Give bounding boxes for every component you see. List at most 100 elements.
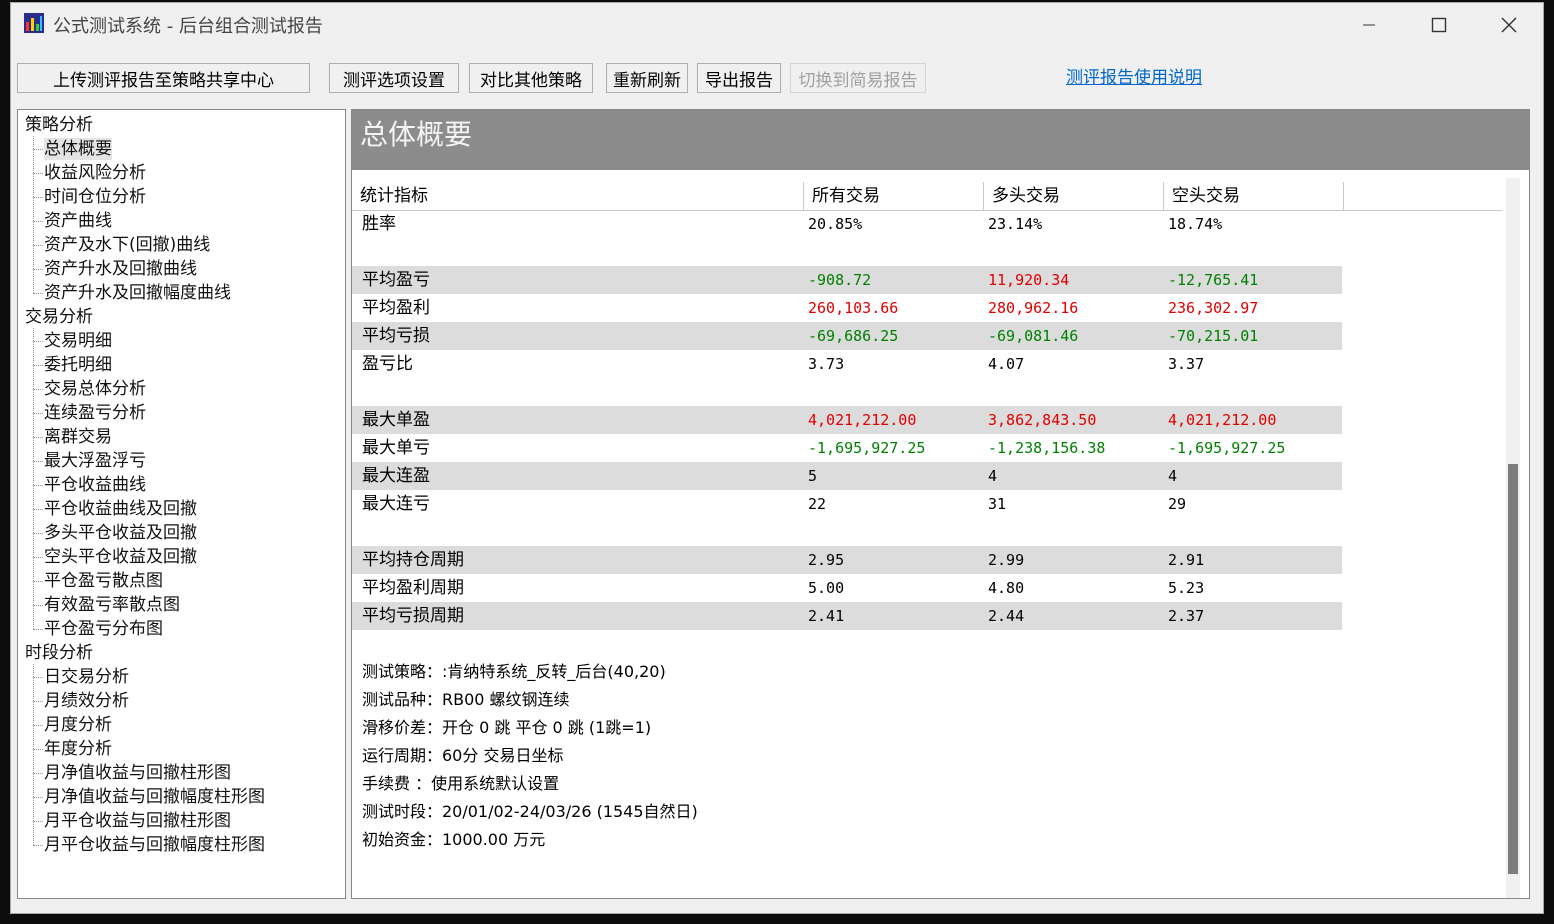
row-value: 23.14% (988, 215, 1043, 233)
tree-item[interactable]: 年度分析 (44, 738, 112, 760)
tree-item[interactable]: 最大浮盈浮亏 (44, 450, 146, 472)
row-value: 3.73 (808, 355, 845, 373)
row-value: 4 (1168, 467, 1178, 485)
table-row: 盈亏比 3.73 4.07 3.37 (352, 350, 1342, 378)
tree-item[interactable]: 月平仓收益与回撤幅度柱形图 (44, 834, 265, 856)
table-row: 平均持仓周期 2.95 2.99 2.91 (352, 546, 1342, 574)
row-value: 2.95 (808, 551, 845, 569)
table-row: 最大连盈 5 4 4 (352, 462, 1342, 490)
row-value: 236,302.97 (1168, 299, 1259, 317)
info-line: 手续费 ：使用系统默认设置 (362, 774, 560, 793)
row-value: 22 (808, 495, 827, 513)
row-value: 2.37 (1168, 607, 1205, 625)
row-label: 平均盈利 (362, 298, 430, 318)
row-label: 平均亏损 (362, 326, 430, 346)
row-label: 最大连盈 (362, 466, 430, 486)
header-long-trades: 多头交易 (984, 182, 1164, 210)
tree-item[interactable]: 资产曲线 (44, 210, 112, 232)
tree-item[interactable]: 交易总体分析 (44, 378, 146, 400)
row-label: 平均亏损周期 (362, 606, 464, 626)
info-line: 测试策略：:肯纳特系统_反转_后台(40,20) (362, 662, 666, 681)
tree-item[interactable]: 月净值收益与回撤幅度柱形图 (44, 786, 265, 808)
row-value: -1,695,927.25 (1168, 439, 1286, 457)
table-row: 最大连亏 22 31 29 (352, 490, 1342, 518)
row-value: -70,215.01 (1168, 327, 1259, 345)
options-button[interactable]: 测评选项设置 (329, 63, 459, 93)
tree-item[interactable]: 月绩效分析 (44, 690, 129, 712)
tree-item[interactable]: 平仓盈亏分布图 (44, 618, 163, 640)
table-row: 平均亏损 -69,686.25 -69,081.46 -70,215.01 (352, 322, 1342, 350)
switch-simple-report-button[interactable]: 切换到简易报告 (790, 63, 926, 93)
row-value: 4,021,212.00 (808, 411, 917, 429)
row-value: 4,021,212.00 (1168, 411, 1277, 429)
navigation-tree[interactable]: 策略分析 总体概要 收益风险分析 时间仓位分析 资产曲线 资产及水下(回撤)曲线 资产升水及… (17, 109, 346, 899)
row-value: 3,862,843.50 (988, 411, 1097, 429)
row-label: 平均盈利周期 (362, 578, 464, 598)
title-bar: 公式测试系统 - 后台组合测试报告 (11, 3, 1543, 45)
info-line: 初始资金：1000.00 万元 (362, 830, 546, 849)
row-value: 2.99 (988, 551, 1025, 569)
refresh-button[interactable]: 重新刷新 (606, 63, 688, 93)
table-row: 平均亏损周期 2.41 2.44 2.37 (352, 602, 1342, 630)
table-row: 最大单亏 -1,695,927.25 -1,238,156.38 -1,695,927… (352, 434, 1342, 462)
row-label: 最大单盈 (362, 410, 430, 430)
row-value: 3.37 (1168, 355, 1205, 373)
row-value: 5.00 (808, 579, 845, 597)
row-value: 29 (1168, 495, 1187, 513)
export-report-button[interactable]: 导出报告 (697, 63, 781, 93)
tree-item[interactable]: 资产及水下(回撤)曲线 (44, 234, 210, 256)
tree-item[interactable]: 收益风险分析 (44, 162, 146, 184)
row-value: -69,081.46 (988, 327, 1079, 345)
maximize-button[interactable] (1416, 9, 1462, 41)
tree-item[interactable]: 月净值收益与回撤柱形图 (44, 762, 231, 784)
row-label: 平均盈亏 (362, 270, 430, 290)
tree-group[interactable]: 策略分析 (25, 114, 93, 136)
app-icon (24, 13, 44, 33)
upload-report-button[interactable]: 上传测评报告至策略共享中心 (17, 63, 310, 93)
row-label: 胜率 (362, 214, 396, 234)
tree-group[interactable]: 时段分析 (25, 642, 93, 664)
tree-item[interactable]: 委托明细 (44, 354, 112, 376)
info-line: 测试时段：20/01/02-24/03/26 (1545自然日) (362, 802, 698, 821)
tree-item[interactable]: 离群交易 (44, 426, 112, 448)
tree-item[interactable]: 时间仓位分析 (44, 186, 146, 208)
tree-item[interactable]: 平仓收益曲线及回撤 (44, 498, 197, 520)
row-label: 平均持仓周期 (362, 550, 464, 570)
row-value: 31 (988, 495, 1007, 513)
table-row: 平均盈利周期 5.00 4.80 5.23 (352, 574, 1342, 602)
minimize-button[interactable] (1346, 9, 1392, 41)
header-metric: 统计指标 (352, 182, 804, 210)
tree-item[interactable]: 月度分析 (44, 714, 112, 736)
compare-strategy-button[interactable]: 对比其他策略 (469, 63, 593, 93)
maximize-icon (1431, 17, 1447, 33)
row-value: -1,238,156.38 (988, 439, 1106, 457)
row-value: 20.85% (808, 215, 863, 233)
row-value: -69,686.25 (808, 327, 899, 345)
row-value: 5.23 (1168, 579, 1205, 597)
tree-item[interactable]: 资产升水及回撤幅度曲线 (44, 282, 231, 304)
report-banner: 总体概要 (352, 110, 1529, 170)
tree-item[interactable]: 总体概要 (44, 138, 112, 160)
tree-item[interactable]: 资产升水及回撤曲线 (44, 258, 197, 280)
row-value: -12,765.41 (1168, 271, 1259, 289)
tree-item[interactable]: 有效盈亏率散点图 (44, 594, 180, 616)
info-line: 滑移价差：开仓 0 跳 平仓 0 跳 (1跳=1) (362, 718, 652, 737)
tree-item[interactable]: 日交易分析 (44, 666, 129, 688)
row-value: 2.41 (808, 607, 845, 625)
help-link[interactable]: 测评报告使用说明 (1066, 63, 1202, 88)
tree-item[interactable]: 空头平仓收益及回撤 (44, 546, 197, 568)
row-value: 260,103.66 (808, 299, 899, 317)
tree-group[interactable]: 交易分析 (25, 306, 93, 328)
tree-item[interactable]: 交易明细 (44, 330, 112, 352)
scrollbar-thumb[interactable] (1508, 464, 1518, 874)
tree-item[interactable]: 多头平仓收益及回撤 (44, 522, 197, 544)
close-button[interactable] (1486, 9, 1532, 41)
row-value: 11,920.34 (988, 271, 1070, 289)
tree-item[interactable]: 平仓收益曲线 (44, 474, 146, 496)
tree-item[interactable]: 连续盈亏分析 (44, 402, 146, 424)
row-value: 4.80 (988, 579, 1025, 597)
tree-item[interactable]: 月平仓收益与回撤柱形图 (44, 810, 231, 832)
row-value: -1,695,927.25 (808, 439, 926, 457)
tree-item[interactable]: 平仓盈亏散点图 (44, 570, 163, 592)
row-value: 2.44 (988, 607, 1025, 625)
